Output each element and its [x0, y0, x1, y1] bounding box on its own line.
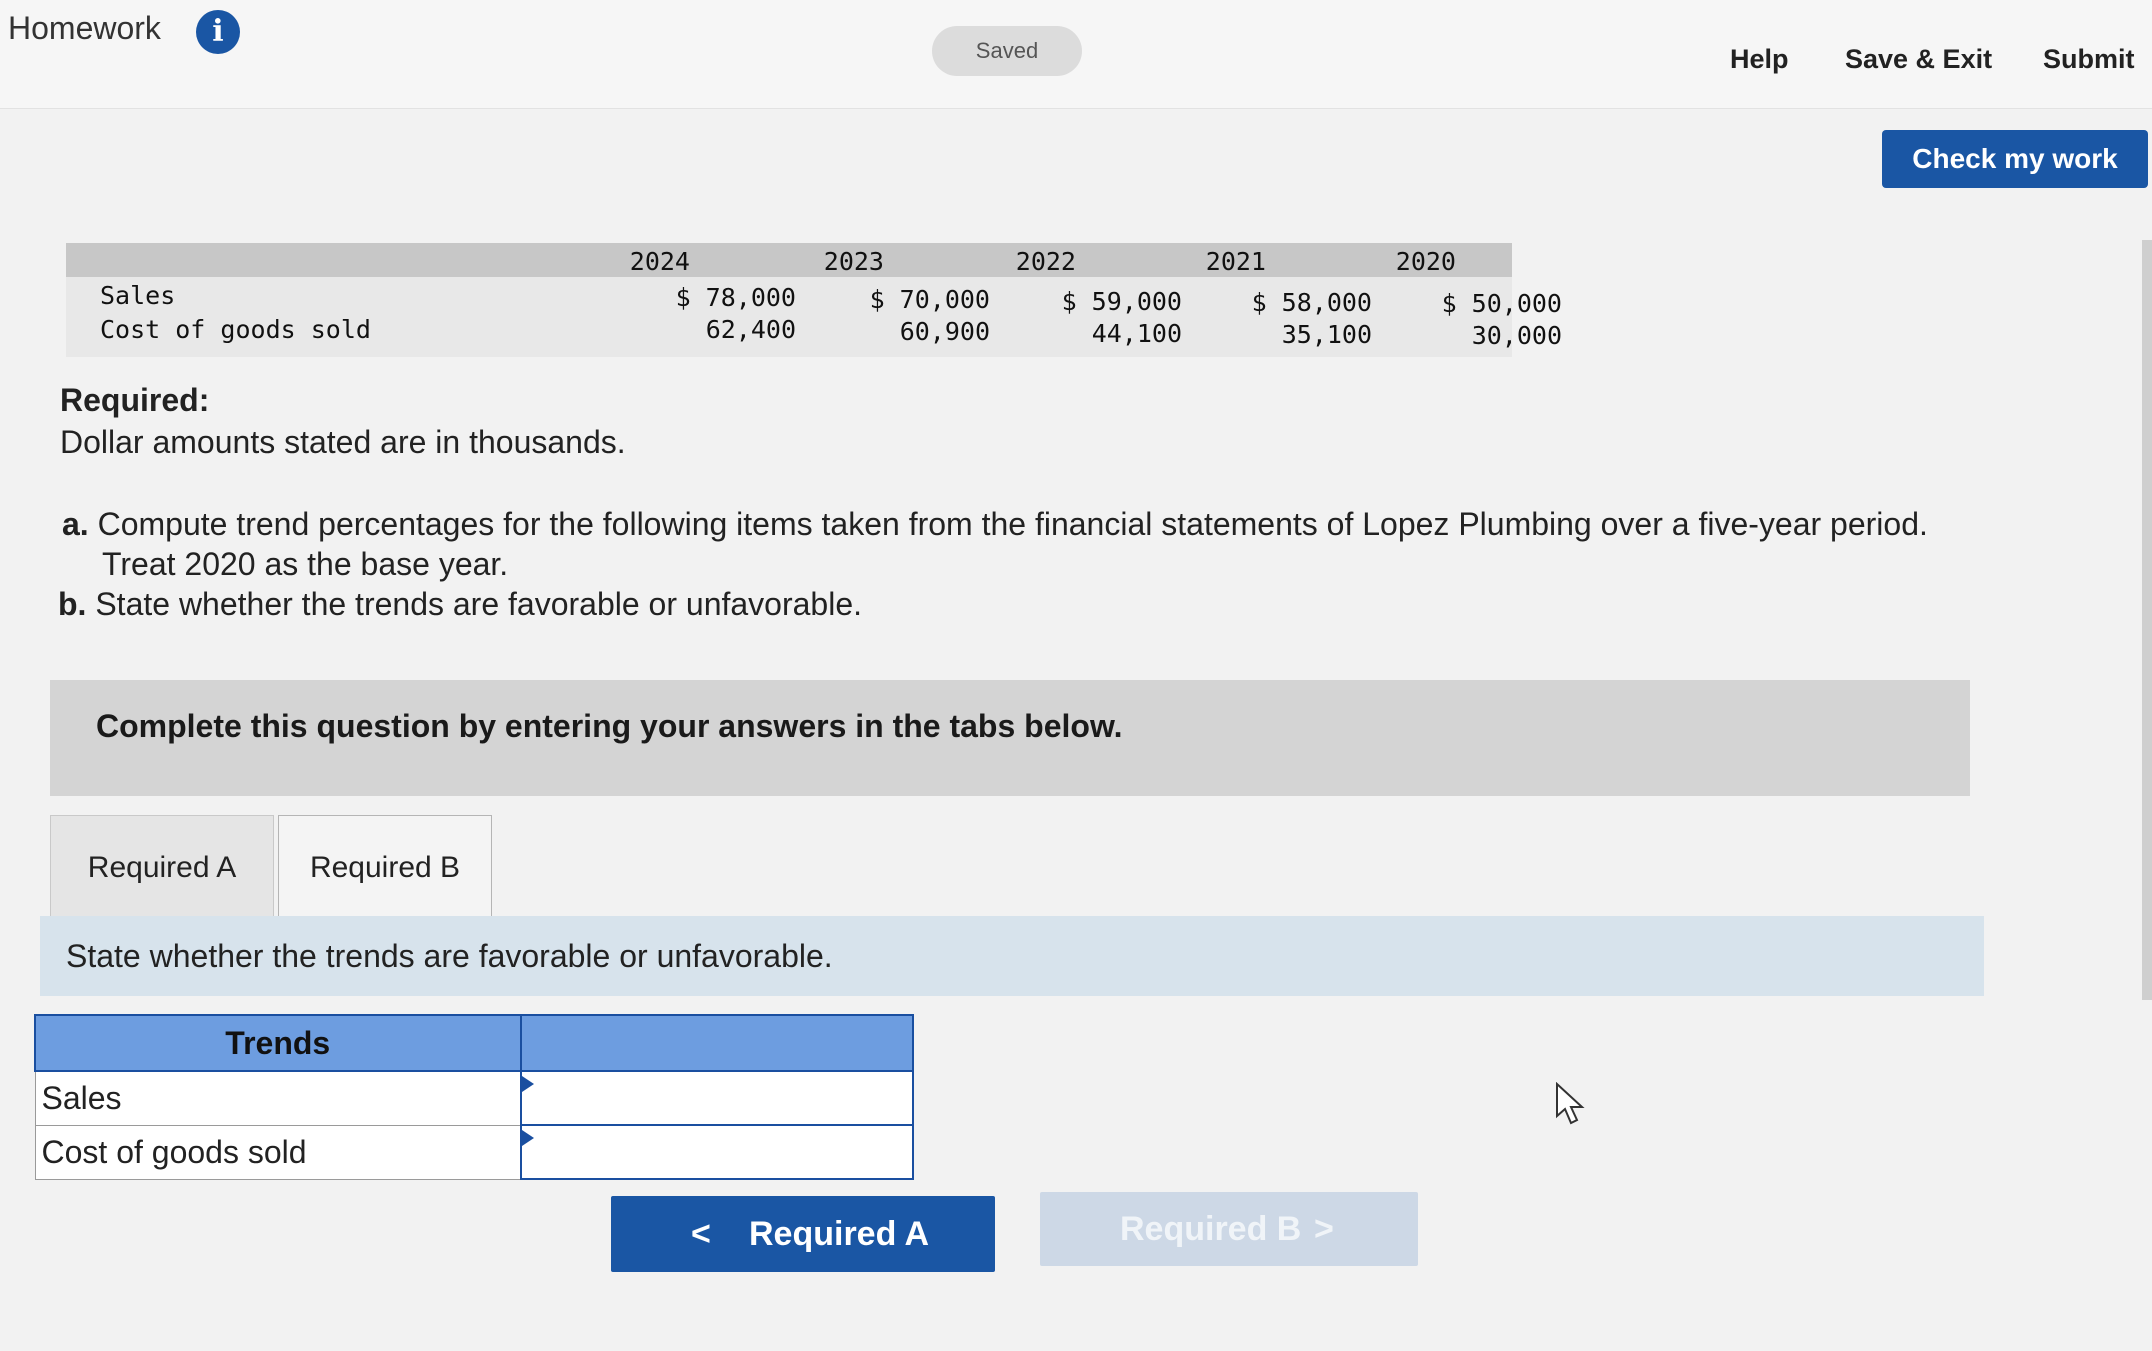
- row-label-cogs: Cost of goods sold: [34, 1124, 521, 1180]
- table-header-row: Trends: [34, 1014, 914, 1072]
- required-note: Dollar amounts stated are in thousands.: [60, 424, 626, 460]
- save-exit-link[interactable]: Save & Exit: [1845, 44, 1992, 75]
- year-header: 2022: [1015, 247, 1076, 276]
- question-text: Compute trend percentages for the follow…: [97, 506, 1928, 542]
- question-letter: b.: [58, 586, 87, 622]
- cogs-trend-input[interactable]: [521, 1127, 916, 1177]
- saved-status-badge: Saved: [932, 26, 1082, 76]
- tab-instruction-text: State whether the trends are favorable o…: [66, 938, 833, 974]
- table-cell: $ 50,000: [1441, 289, 1562, 318]
- tab-required-b[interactable]: Required B: [278, 815, 492, 919]
- question-letter: a.: [62, 506, 89, 542]
- table-cell: $ 78,000: [675, 283, 796, 312]
- trends-table: Trends Sales Cost of goods sold: [34, 1014, 916, 1180]
- sales-trend-input[interactable]: [521, 1073, 916, 1123]
- answer-column-header: [519, 1014, 914, 1072]
- trends-column-header: Trends: [34, 1014, 522, 1072]
- table-cell: $ 58,000: [1251, 288, 1372, 317]
- mouse-cursor-icon: [1556, 1082, 1585, 1125]
- instruction-banner: Complete this question by entering your …: [50, 680, 1970, 796]
- year-header: 2023: [823, 247, 884, 276]
- sales-trend-select-cell[interactable]: [519, 1070, 916, 1126]
- previous-required-a-button[interactable]: < Required A: [611, 1196, 995, 1272]
- year-header: 2020: [1395, 247, 1456, 276]
- scrollbar-track[interactable]: [2142, 240, 2152, 1000]
- help-link[interactable]: Help: [1730, 44, 1789, 75]
- year-header: 2021: [1205, 247, 1266, 276]
- table-cell: 60,900: [899, 317, 990, 346]
- row-label-cogs: Cost of goods sold: [100, 315, 371, 344]
- table-header-row: 2024 2023 2022 2021 2020: [66, 243, 1512, 277]
- table-row: Cost of goods sold: [34, 1124, 916, 1180]
- submit-link[interactable]: Submit: [2043, 44, 2135, 75]
- row-label-sales: Sales: [34, 1070, 521, 1126]
- year-header: 2024: [629, 247, 690, 276]
- question-a-continuation: Treat 2020 as the base year.: [102, 546, 509, 582]
- question-text: State whether the trends are favorable o…: [95, 586, 863, 622]
- tab-instruction-panel: State whether the trends are favorable o…: [40, 916, 1984, 996]
- table-cell: $ 70,000: [869, 285, 990, 314]
- question-b: b. State whether the trends are favorabl…: [58, 586, 862, 623]
- table-cell: 62,400: [705, 315, 796, 344]
- dropdown-marker-icon: [521, 1130, 534, 1146]
- check-my-work-button[interactable]: Check my work: [1882, 130, 2148, 188]
- question-a: a. Compute trend percentages for the fol…: [62, 506, 1928, 543]
- table-cell: 30,000: [1471, 321, 1562, 350]
- chevron-left-icon: <: [691, 1215, 711, 1253]
- table-cell: 35,100: [1281, 320, 1372, 349]
- required-heading: Required:: [60, 382, 210, 418]
- next-required-b-button[interactable]: Required B >: [1040, 1192, 1418, 1266]
- dropdown-marker-icon: [521, 1076, 534, 1092]
- table-body: Sales $ 78,000 $ 70,000 $ 59,000 $ 58,00…: [66, 277, 1562, 357]
- banner-text: Complete this question by entering your …: [96, 708, 1123, 744]
- cogs-trend-select-cell[interactable]: [519, 1124, 916, 1180]
- chevron-right-icon: >: [1314, 1210, 1334, 1248]
- table-row: Sales: [34, 1070, 916, 1126]
- page-title: Homework: [8, 10, 161, 46]
- row-label-sales: Sales: [100, 281, 176, 310]
- top-bar: Homework i Saved Help Save & Exit Submit: [0, 0, 2152, 109]
- table-cell: $ 59,000: [1061, 287, 1182, 316]
- table-cell: 44,100: [1091, 319, 1182, 348]
- next-button-label: Required B: [1120, 1210, 1302, 1248]
- info-icon[interactable]: i: [196, 10, 240, 54]
- prev-button-label: Required A: [749, 1215, 930, 1253]
- tab-required-a[interactable]: Required A: [50, 815, 274, 919]
